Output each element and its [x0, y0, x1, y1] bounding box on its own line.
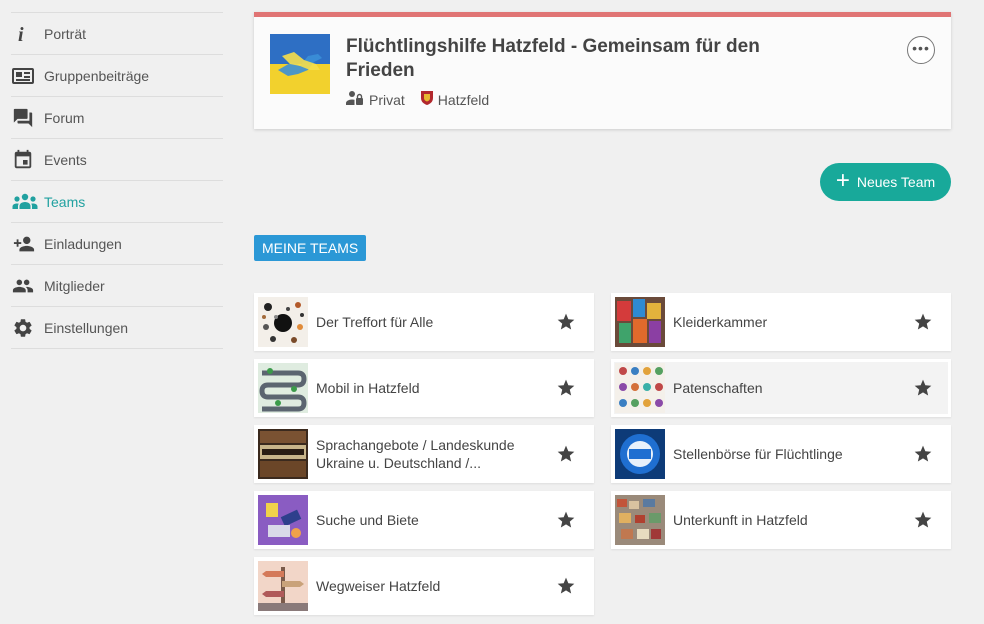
- team-name: Der Treffort für Alle: [316, 314, 434, 330]
- sidebar-item-label: Teams: [44, 193, 86, 210]
- sidebar-item-label: Mitglieder: [44, 277, 105, 294]
- sidebar-item-label: Porträt: [44, 25, 87, 42]
- team-name: Unterkunft in Hatzfeld: [673, 512, 808, 528]
- team-thumbnail: [615, 429, 665, 479]
- star-icon[interactable]: [556, 576, 576, 596]
- teams-icon: [11, 191, 44, 213]
- team-thumbnail: [258, 297, 308, 347]
- add-person-icon: [11, 233, 44, 255]
- new-team-button[interactable]: + Neues Team: [820, 163, 951, 201]
- team-name: Suche und Biete: [316, 512, 419, 528]
- calendar-icon: [11, 149, 44, 171]
- team-name: Mobil in Hatzfeld: [316, 380, 420, 396]
- team-name: Sprachangebote / Landeskunde Ukraine u. …: [316, 437, 515, 471]
- team-card[interactable]: Wegweiser Hatzfeld: [254, 557, 594, 615]
- star-icon[interactable]: [556, 444, 576, 464]
- team-name: Kleiderkammer: [673, 314, 768, 330]
- more-options-button[interactable]: •••: [907, 36, 935, 64]
- star-icon[interactable]: [556, 378, 576, 398]
- privacy-badge: Privat: [346, 90, 405, 109]
- team-thumbnail: [258, 561, 308, 611]
- coat-of-arms-icon: [420, 91, 438, 108]
- sidebar-item-einladungen[interactable]: Einladungen: [11, 223, 223, 265]
- sidebar-item-label: Events: [44, 151, 87, 168]
- group-header-card: Flüchtlingshilfe Hatzfeld - Gemeinsam fü…: [254, 12, 951, 129]
- team-card[interactable]: Unterkunft in Hatzfeld: [611, 491, 951, 549]
- plus-icon: +: [835, 167, 850, 194]
- sidebar-item-label: Gruppenbeiträge: [44, 67, 150, 84]
- members-icon: [11, 275, 44, 297]
- sidebar-item-gruppenbeitraege[interactable]: Gruppenbeiträge: [11, 55, 223, 97]
- star-icon[interactable]: [913, 510, 933, 530]
- team-card[interactable]: Sprachangebote / Landeskunde Ukraine u. …: [254, 425, 594, 483]
- group-logo: [270, 34, 330, 94]
- privacy-label: Privat: [369, 91, 405, 108]
- group-meta: Privat Hatzfeld: [346, 90, 505, 109]
- gear-icon: [11, 317, 44, 339]
- team-thumbnail: [258, 429, 308, 479]
- group-title: Flüchtlingshilfe Hatzfeld - Gemeinsam fü…: [346, 36, 760, 81]
- star-icon[interactable]: [913, 444, 933, 464]
- team-thumbnail: [615, 363, 665, 413]
- new-team-label: Neues Team: [856, 174, 936, 190]
- team-card[interactable]: Patenschaften: [611, 359, 951, 417]
- sidebar-item-teams[interactable]: Teams: [11, 181, 223, 223]
- team-name: Patenschaften: [673, 380, 763, 396]
- info-icon: i: [11, 23, 44, 45]
- star-icon[interactable]: [556, 510, 576, 530]
- team-name: Stellenbörse für Flüchtlinge: [673, 446, 843, 462]
- team-card[interactable]: Kleiderkammer: [611, 293, 951, 351]
- team-thumbnail: [258, 495, 308, 545]
- location-label: Hatzfeld: [437, 91, 490, 108]
- team-thumbnail: [615, 495, 665, 545]
- sidebar-item-mitglieder[interactable]: Mitglieder: [11, 265, 223, 307]
- location-badge[interactable]: Hatzfeld: [420, 91, 490, 108]
- sidebar-item-einstellungen[interactable]: Einstellungen: [11, 307, 223, 349]
- sidebar-item-events[interactable]: Events: [11, 139, 223, 181]
- team-thumbnail: [615, 297, 665, 347]
- group-sidebar: i Porträt Gruppenbeiträge Forum Events T…: [11, 12, 223, 349]
- star-icon[interactable]: [913, 312, 933, 332]
- sidebar-item-label: Einstellungen: [44, 319, 129, 336]
- team-thumbnail: [258, 363, 308, 413]
- star-icon[interactable]: [913, 378, 933, 398]
- svg-text:i: i: [18, 24, 24, 45]
- newspaper-icon: [11, 65, 44, 87]
- team-name: Wegweiser Hatzfeld: [316, 578, 441, 594]
- sidebar-item-forum[interactable]: Forum: [11, 97, 223, 139]
- lock-person-icon: [346, 90, 369, 109]
- sidebar-item-label: Forum: [44, 109, 85, 126]
- sidebar-item-portraet[interactable]: i Porträt: [11, 13, 223, 55]
- team-card[interactable]: Mobil in Hatzfeld: [254, 359, 594, 417]
- my-teams-heading: MEINE TEAMS: [254, 235, 367, 261]
- team-card[interactable]: Suche und Biete: [254, 491, 594, 549]
- sidebar-item-label: Einladungen: [44, 235, 122, 252]
- team-card[interactable]: Der Treffort für Alle: [254, 293, 594, 351]
- team-card[interactable]: Stellenbörse für Flüchtlinge: [611, 425, 951, 483]
- forum-icon: [11, 107, 44, 129]
- star-icon[interactable]: [556, 312, 576, 332]
